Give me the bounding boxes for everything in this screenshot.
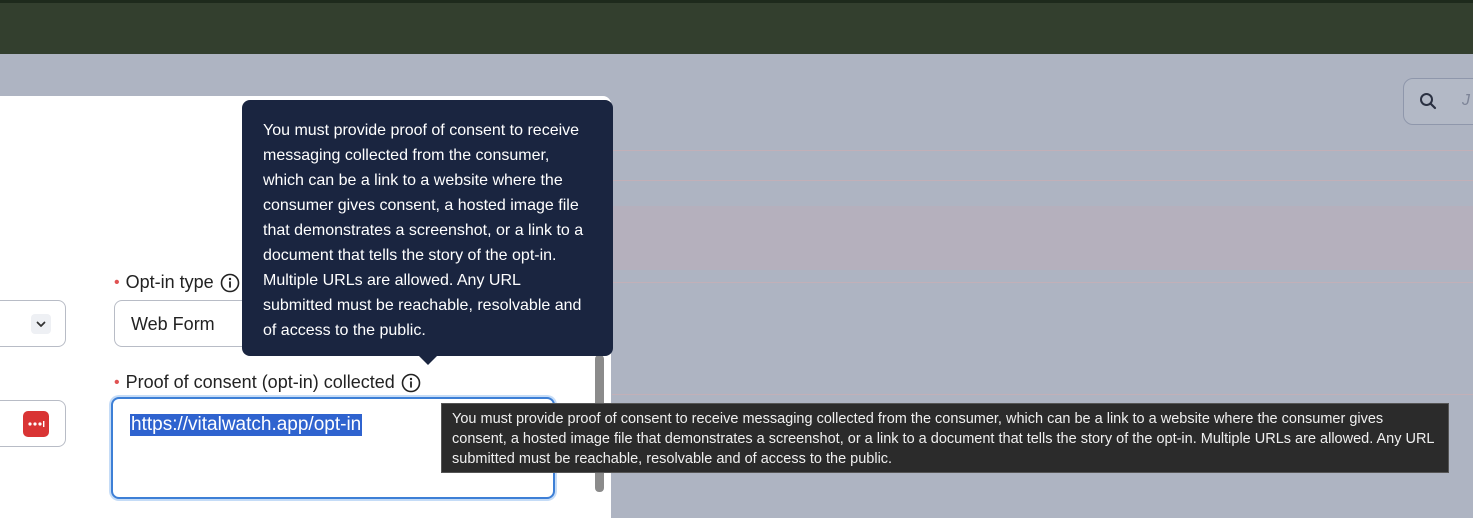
info-icon[interactable] — [401, 373, 421, 393]
background-row-divider — [612, 282, 1473, 283]
proof-of-consent-label: • Proof of consent (opt-in) collected — [114, 372, 421, 393]
search-placeholder: J — [1462, 92, 1470, 109]
left-select[interactable] — [0, 300, 66, 347]
required-marker: • — [114, 373, 120, 391]
proof-of-consent-label-text: Proof of consent (opt-in) collected — [125, 372, 395, 392]
top-app-bar — [0, 0, 1473, 54]
background-row-divider — [612, 180, 1473, 181]
info-popover: You must provide proof of consent to rec… — [242, 100, 613, 356]
search-input[interactable]: J — [1403, 78, 1473, 125]
optin-type-select[interactable]: Web Form — [114, 300, 254, 347]
chevron-down-icon — [31, 314, 51, 334]
popover-arrow — [419, 356, 437, 365]
native-tooltip: You must provide proof of consent to rec… — [441, 403, 1449, 473]
search-icon — [1420, 93, 1437, 110]
optin-type-label-text: Opt-in type — [125, 272, 214, 292]
left-input[interactable] — [0, 400, 66, 447]
info-icon[interactable] — [220, 273, 240, 293]
proof-of-consent-url-value: https://vitalwatch.app/opt-in — [130, 414, 363, 436]
native-tooltip-text: You must provide proof of consent to rec… — [452, 411, 1434, 467]
info-popover-text: You must provide proof of consent to rec… — [263, 122, 584, 339]
password-manager-icon[interactable] — [23, 411, 49, 437]
optin-type-label: • Opt-in type — [114, 272, 240, 293]
optin-type-value: Web Form — [131, 314, 215, 334]
background-row-divider — [612, 394, 1473, 395]
background-row-divider — [612, 150, 1473, 151]
background-row — [612, 206, 1473, 270]
required-marker: • — [114, 273, 120, 291]
